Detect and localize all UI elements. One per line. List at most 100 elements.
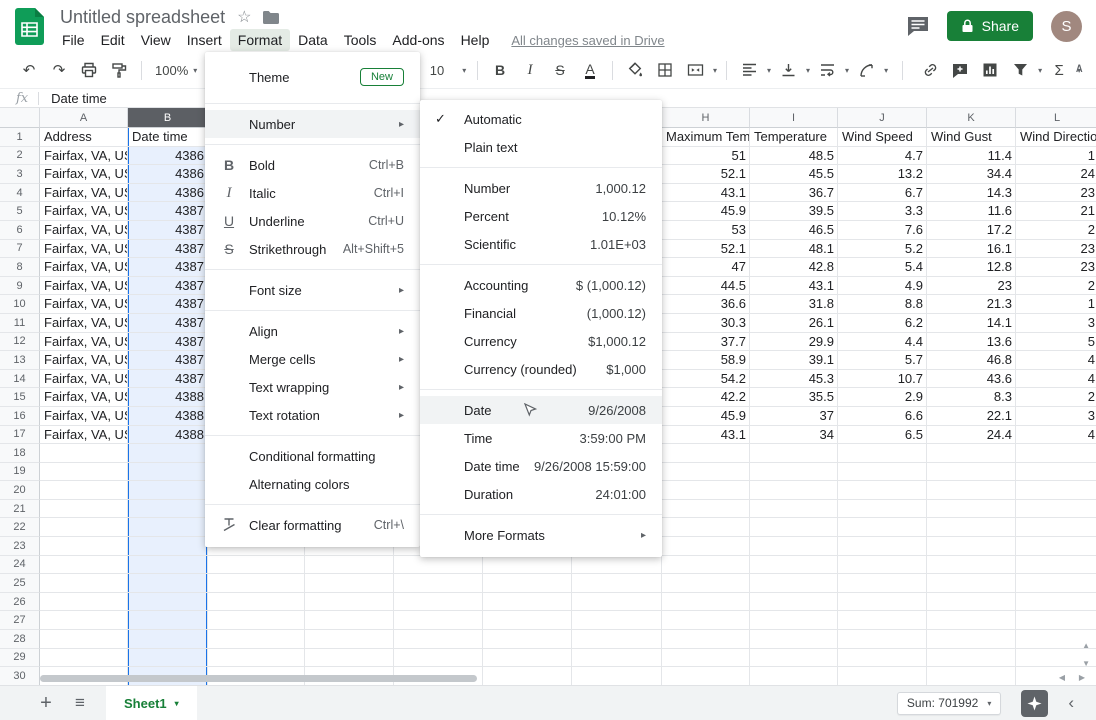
menubar-item-data[interactable]: Data bbox=[290, 29, 336, 51]
cell-A12[interactable]: Fairfax, VA, US bbox=[40, 333, 128, 352]
collapse-toolbar-icon[interactable]: ∧ bbox=[1074, 60, 1084, 76]
cell-I4[interactable]: 36.7 bbox=[750, 184, 838, 203]
cell-B15[interactable]: 4388 bbox=[128, 388, 208, 407]
scroll-right-icon[interactable]: ▶ bbox=[1079, 674, 1085, 682]
select-all-corner[interactable] bbox=[0, 108, 40, 128]
cell-K9[interactable]: 23 bbox=[927, 277, 1016, 296]
row-header-22[interactable]: 22 bbox=[0, 518, 40, 537]
cell-A3[interactable]: Fairfax, VA, US bbox=[40, 165, 128, 184]
cell-A28[interactable] bbox=[40, 630, 128, 649]
cell-J25[interactable] bbox=[838, 574, 927, 593]
scroll-down-icon[interactable]: ▼ bbox=[1082, 660, 1090, 668]
cell-I26[interactable] bbox=[750, 593, 838, 612]
avatar[interactable]: S bbox=[1051, 11, 1082, 42]
row-header-12[interactable]: 12 bbox=[0, 333, 40, 352]
cell-H11[interactable]: 30.3 bbox=[662, 314, 750, 333]
cell-C24[interactable] bbox=[208, 556, 305, 575]
cell-K5[interactable]: 11.6 bbox=[927, 202, 1016, 221]
cell-B17[interactable]: 4388 bbox=[128, 426, 208, 445]
row-header-16[interactable]: 16 bbox=[0, 407, 40, 426]
cell-J18[interactable] bbox=[838, 444, 927, 463]
cell-H6[interactable]: 53 bbox=[662, 221, 750, 240]
cell-B20[interactable] bbox=[128, 481, 208, 500]
document-title[interactable]: Untitled spreadsheet bbox=[60, 7, 225, 28]
save-status[interactable]: All changes saved in Drive bbox=[511, 33, 664, 48]
cell-H9[interactable]: 44.5 bbox=[662, 277, 750, 296]
cell-J16[interactable]: 6.6 bbox=[838, 407, 927, 426]
cell-H10[interactable]: 36.6 bbox=[662, 295, 750, 314]
cell-F24[interactable] bbox=[483, 556, 572, 575]
cell-K29[interactable] bbox=[927, 649, 1016, 668]
cell-K24[interactable] bbox=[927, 556, 1016, 575]
format-menu-item-font-size[interactable]: Font size▸ bbox=[205, 276, 420, 304]
cell-G27[interactable] bbox=[572, 611, 662, 630]
format-menu-item-alternating-colors[interactable]: Alternating colors bbox=[205, 470, 420, 498]
number-menu-item-more-formats[interactable]: More Formats▸ bbox=[420, 521, 662, 549]
zoom-select[interactable]: 100%▾ bbox=[151, 57, 197, 83]
cell-I2[interactable]: 48.5 bbox=[750, 147, 838, 166]
cell-B26[interactable] bbox=[128, 593, 208, 612]
cell-J17[interactable]: 6.5 bbox=[838, 426, 927, 445]
cell-K19[interactable] bbox=[927, 463, 1016, 482]
cell-H2[interactable]: 51 bbox=[662, 147, 750, 166]
text-rotation-icon[interactable] bbox=[853, 57, 879, 83]
insert-comment-icon[interactable] bbox=[947, 57, 973, 83]
cell-J1[interactable]: Wind Speed bbox=[838, 128, 927, 147]
row-header-5[interactable]: 5 bbox=[0, 202, 40, 221]
cell-J14[interactable]: 10.7 bbox=[838, 370, 927, 389]
cell-I22[interactable] bbox=[750, 518, 838, 537]
cell-B11[interactable]: 4387 bbox=[128, 314, 208, 333]
cell-A15[interactable]: Fairfax, VA, US bbox=[40, 388, 128, 407]
scroll-left-icon[interactable]: ◀ bbox=[1059, 674, 1065, 682]
fill-color-icon[interactable] bbox=[622, 57, 648, 83]
cell-K20[interactable] bbox=[927, 481, 1016, 500]
number-menu-item-percent[interactable]: Percent10.12% bbox=[420, 202, 662, 230]
sheets-logo-icon[interactable] bbox=[15, 8, 44, 45]
cell-K11[interactable]: 14.1 bbox=[927, 314, 1016, 333]
cell-H19[interactable] bbox=[662, 463, 750, 482]
cell-J13[interactable]: 5.7 bbox=[838, 351, 927, 370]
cell-J19[interactable] bbox=[838, 463, 927, 482]
column-header-B[interactable]: B bbox=[128, 108, 208, 128]
column-header-I[interactable]: I bbox=[750, 108, 838, 128]
insert-link-icon[interactable] bbox=[917, 57, 943, 83]
cell-J4[interactable]: 6.7 bbox=[838, 184, 927, 203]
explore-button[interactable] bbox=[1021, 690, 1048, 717]
filter-icon[interactable] bbox=[1007, 57, 1033, 83]
row-header-26[interactable]: 26 bbox=[0, 593, 40, 612]
cell-K6[interactable]: 17.2 bbox=[927, 221, 1016, 240]
cell-I28[interactable] bbox=[750, 630, 838, 649]
row-header-23[interactable]: 23 bbox=[0, 537, 40, 556]
cell-H1[interactable]: Maximum Tempe bbox=[662, 128, 750, 147]
menubar-item-add-ons[interactable]: Add-ons bbox=[384, 29, 452, 51]
row-header-15[interactable]: 15 bbox=[0, 388, 40, 407]
cell-I30[interactable] bbox=[750, 667, 838, 685]
cell-K1[interactable]: Wind Gust bbox=[927, 128, 1016, 147]
cell-H23[interactable] bbox=[662, 537, 750, 556]
all-sheets-icon[interactable]: ≡ bbox=[66, 693, 94, 713]
cell-A6[interactable]: Fairfax, VA, US bbox=[40, 221, 128, 240]
row-header-29[interactable]: 29 bbox=[0, 649, 40, 668]
cell-H24[interactable] bbox=[662, 556, 750, 575]
cell-L14[interactable]: 4 bbox=[1016, 370, 1096, 389]
cell-L6[interactable]: 2 bbox=[1016, 221, 1096, 240]
cell-K8[interactable]: 12.8 bbox=[927, 258, 1016, 277]
row-header-20[interactable]: 20 bbox=[0, 481, 40, 500]
cell-L25[interactable] bbox=[1016, 574, 1096, 593]
format-menu-item-theme[interactable]: ThemeNew bbox=[205, 57, 420, 97]
cell-H27[interactable] bbox=[662, 611, 750, 630]
row-header-1[interactable]: 1 bbox=[0, 128, 40, 147]
cell-A4[interactable]: Fairfax, VA, US bbox=[40, 184, 128, 203]
cell-J8[interactable]: 5.4 bbox=[838, 258, 927, 277]
cell-B19[interactable] bbox=[128, 463, 208, 482]
cell-B5[interactable]: 4387 bbox=[128, 202, 208, 221]
cell-J7[interactable]: 5.2 bbox=[838, 240, 927, 259]
cell-J2[interactable]: 4.7 bbox=[838, 147, 927, 166]
row-header-17[interactable]: 17 bbox=[0, 426, 40, 445]
folder-icon[interactable] bbox=[263, 11, 279, 24]
cell-B28[interactable] bbox=[128, 630, 208, 649]
cell-B22[interactable] bbox=[128, 518, 208, 537]
cell-H29[interactable] bbox=[662, 649, 750, 668]
vertical-align-icon[interactable] bbox=[775, 57, 801, 83]
cell-C28[interactable] bbox=[208, 630, 305, 649]
